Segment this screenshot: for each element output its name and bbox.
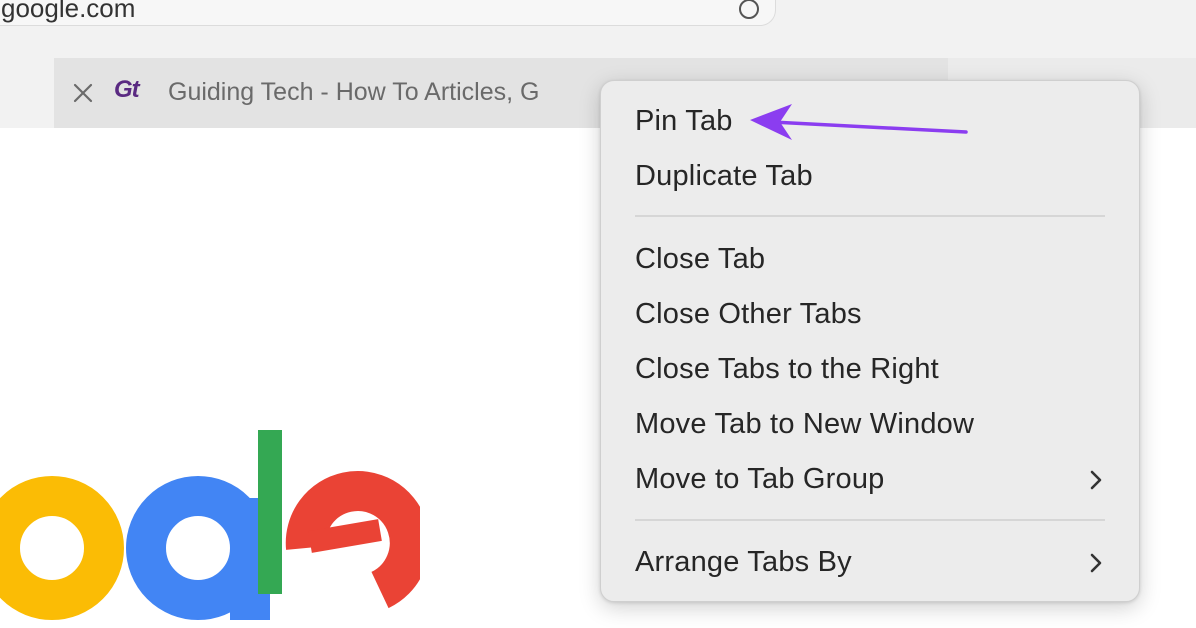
menu-separator	[635, 215, 1105, 217]
menu-item-label: Close Tabs to the Right	[635, 353, 939, 385]
menu-item-label: Duplicate Tab	[635, 160, 813, 192]
menu-item-label: Close Other Tabs	[635, 298, 862, 330]
menu-item-close-tab[interactable]: Close Tab	[601, 235, 1139, 285]
browser-window: google.com Gt Guiding Tech - How To Arti…	[0, 0, 1196, 628]
menu-item-label: Move to Tab Group	[635, 463, 885, 495]
menu-item-move-tab-new-window[interactable]: Move Tab to New Window	[601, 400, 1139, 450]
annotation-arrow-icon	[750, 104, 968, 140]
google-logo	[0, 430, 420, 620]
menu-item-arrange-tabs-by[interactable]: Arrange Tabs By	[601, 538, 1139, 588]
menu-item-move-to-tab-group[interactable]: Move to Tab Group	[601, 455, 1139, 505]
menu-item-label: Pin Tab	[635, 105, 733, 137]
chevron-right-icon	[1090, 470, 1102, 490]
tab-context-menu: Pin Tab Duplicate Tab Close Tab Close Ot…	[600, 80, 1140, 602]
menu-item-close-other-tabs[interactable]: Close Other Tabs	[601, 290, 1139, 340]
menu-item-label: Move Tab to New Window	[635, 408, 975, 440]
chevron-right-icon	[1090, 553, 1102, 573]
tab-title[interactable]: Guiding Tech - How To Articles, G	[168, 78, 539, 107]
menu-item-duplicate-tab[interactable]: Duplicate Tab	[601, 152, 1139, 202]
menu-item-close-tabs-right[interactable]: Close Tabs to the Right	[601, 345, 1139, 395]
menu-separator	[635, 519, 1105, 521]
site-favicon-icon: Gt	[114, 76, 140, 103]
menu-item-label: Arrange Tabs By	[635, 546, 852, 578]
menu-item-label: Close Tab	[635, 243, 766, 275]
address-bar-url[interactable]: google.com	[1, 0, 135, 24]
close-icon[interactable]	[70, 80, 96, 106]
reload-icon[interactable]	[737, 0, 761, 21]
address-bar[interactable]: google.com	[0, 0, 776, 26]
toolbar: google.com	[0, 0, 1196, 58]
